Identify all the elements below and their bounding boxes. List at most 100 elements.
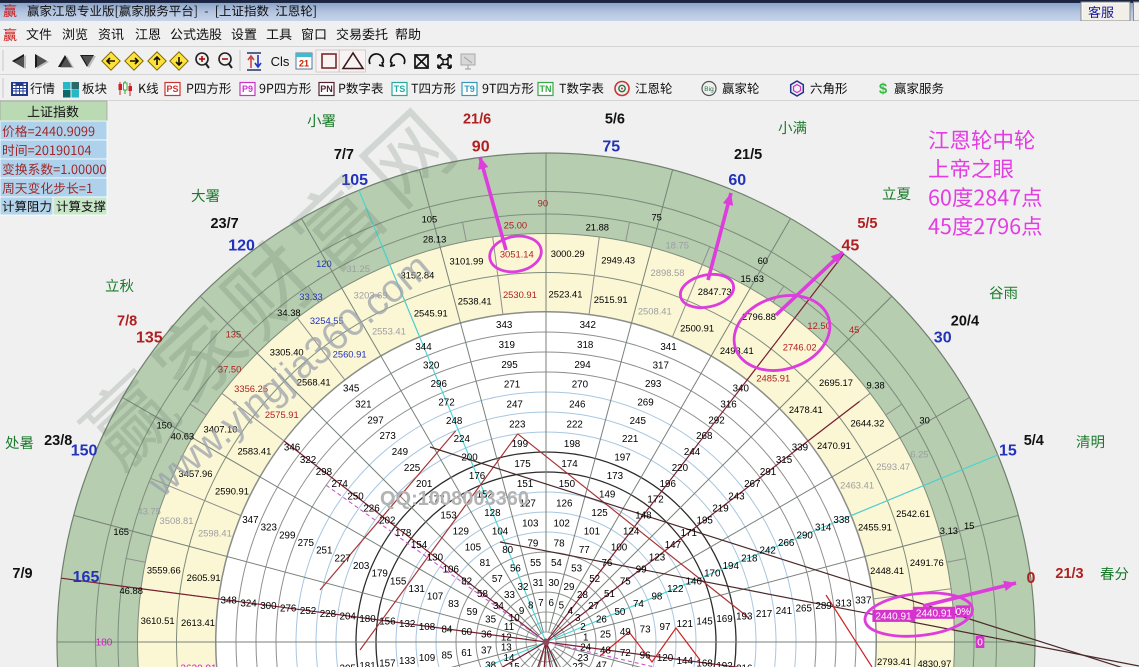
svg-text:320: 320 [423, 360, 440, 371]
svg-text:30: 30 [934, 330, 952, 347]
svg-text:34: 34 [493, 601, 504, 612]
svg-text:2593.47: 2593.47 [876, 461, 910, 472]
svg-text:346: 346 [284, 443, 301, 454]
svg-text:3101.99: 3101.99 [450, 256, 484, 267]
svg-text:122: 122 [667, 584, 683, 595]
svg-text:269: 269 [637, 397, 653, 408]
svg-text:192: 192 [716, 661, 732, 667]
svg-text:171: 171 [681, 528, 697, 539]
svg-text:252: 252 [300, 606, 316, 617]
svg-text:124: 124 [623, 526, 640, 537]
svg-text:100: 100 [611, 542, 628, 553]
svg-text:155: 155 [390, 576, 407, 587]
svg-text:2485.91: 2485.91 [756, 372, 790, 383]
svg-text:77: 77 [579, 545, 590, 556]
svg-text:245: 245 [630, 416, 647, 427]
svg-text:296: 296 [431, 379, 448, 390]
svg-text:104: 104 [492, 527, 509, 538]
svg-text:3559.66: 3559.66 [147, 564, 181, 575]
svg-text:170: 170 [704, 569, 721, 580]
svg-text:18.75: 18.75 [665, 240, 688, 251]
svg-text:5/6: 5/6 [605, 112, 625, 128]
svg-text:176: 176 [469, 471, 486, 482]
svg-text:125: 125 [591, 508, 608, 519]
svg-text:23/8: 23/8 [44, 433, 72, 449]
svg-text:2583.41: 2583.41 [237, 446, 271, 457]
svg-text:224: 224 [454, 434, 471, 445]
svg-text:79: 79 [527, 538, 538, 549]
svg-text:6.25: 6.25 [910, 449, 928, 460]
svg-text:266: 266 [778, 538, 795, 549]
svg-text:218: 218 [741, 553, 758, 564]
svg-text:51: 51 [604, 589, 615, 600]
svg-text:27: 27 [588, 601, 599, 612]
svg-text:3610.51: 3610.51 [141, 615, 175, 626]
svg-text:173: 173 [607, 471, 624, 482]
svg-text:2508.41: 2508.41 [638, 305, 672, 316]
svg-text:48: 48 [600, 645, 611, 656]
svg-text:15.63: 15.63 [740, 273, 763, 284]
svg-text:316: 316 [720, 400, 737, 411]
svg-text:268: 268 [696, 431, 713, 442]
svg-text:1: 1 [583, 632, 588, 643]
svg-text:294: 294 [574, 360, 591, 371]
svg-text:146: 146 [686, 576, 703, 587]
svg-text:150: 150 [71, 443, 98, 460]
svg-text:319: 319 [499, 340, 515, 351]
svg-text:2545.91: 2545.91 [414, 308, 448, 319]
svg-text:82: 82 [461, 577, 472, 588]
svg-text:3.13: 3.13 [940, 525, 958, 536]
svg-text:75: 75 [651, 212, 661, 223]
svg-text:315: 315 [776, 455, 793, 466]
svg-text:347: 347 [242, 515, 258, 526]
svg-text:216: 216 [736, 664, 753, 667]
svg-text:2898.58: 2898.58 [651, 267, 685, 278]
svg-text:2746.02: 2746.02 [783, 342, 817, 353]
svg-text:20/4: 20/4 [951, 314, 979, 330]
svg-text:130: 130 [427, 552, 444, 563]
svg-text:196: 196 [660, 479, 677, 490]
svg-text:23/7: 23/7 [210, 216, 238, 232]
svg-text:0%: 0% [956, 607, 971, 618]
svg-text:90: 90 [472, 138, 490, 155]
svg-text:58: 58 [477, 589, 488, 600]
svg-text:204: 204 [340, 611, 357, 622]
svg-text:217: 217 [756, 609, 772, 620]
svg-text:8: 8 [528, 601, 534, 612]
svg-text:109: 109 [419, 653, 435, 664]
svg-text:157: 157 [379, 658, 395, 667]
svg-text:2605.91: 2605.91 [187, 572, 221, 583]
svg-text:2478.41: 2478.41 [789, 404, 823, 415]
svg-text:32: 32 [518, 582, 529, 593]
svg-text:270: 270 [572, 380, 589, 391]
svg-text:0: 0 [1027, 570, 1036, 587]
svg-text:26: 26 [596, 615, 607, 626]
svg-text:3: 3 [575, 613, 581, 624]
svg-text:135: 135 [226, 328, 242, 339]
svg-text:322: 322 [300, 455, 316, 466]
svg-text:271: 271 [504, 380, 520, 391]
svg-text:200: 200 [461, 453, 478, 464]
svg-text:56: 56 [510, 564, 521, 575]
svg-text:297: 297 [367, 415, 383, 426]
svg-text:267: 267 [744, 479, 760, 490]
svg-text:132: 132 [399, 619, 415, 630]
svg-text:272: 272 [438, 397, 454, 408]
svg-text:21/6: 21/6 [463, 112, 491, 128]
svg-text:148: 148 [635, 511, 652, 522]
svg-text:21.88: 21.88 [586, 222, 609, 233]
svg-text:291: 291 [760, 467, 776, 478]
svg-text:341: 341 [660, 342, 676, 353]
svg-text:72: 72 [620, 648, 631, 659]
svg-text:249: 249 [392, 447, 408, 458]
svg-text:98: 98 [651, 592, 662, 603]
svg-text:345: 345 [343, 384, 360, 395]
svg-text:251: 251 [316, 546, 332, 557]
svg-text:21/3: 21/3 [1055, 566, 1083, 582]
svg-text:38: 38 [485, 661, 496, 667]
svg-text:339: 339 [792, 443, 808, 454]
svg-text:273: 273 [380, 431, 397, 442]
svg-text:149: 149 [599, 490, 615, 501]
svg-text:221: 221 [622, 434, 638, 445]
svg-text:QQ:1008003360: QQ:1008003360 [380, 488, 529, 510]
